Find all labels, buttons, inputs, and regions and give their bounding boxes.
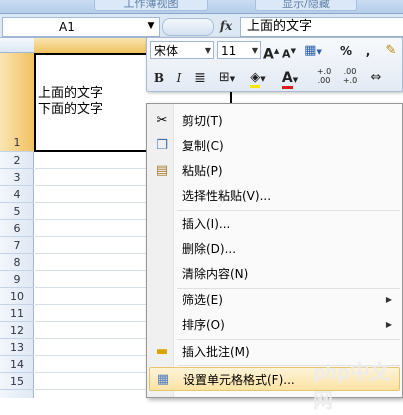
row-header[interactable]: 10 xyxy=(0,288,34,305)
menu-item-label: 设置单元格格式(F)... xyxy=(183,373,295,387)
menu-item-cut[interactable]: ✂ 剪切(T) xyxy=(149,109,400,133)
menu-item-label: 选择性粘贴(V)... xyxy=(182,189,272,203)
menu-item-paste[interactable]: ▤ 粘贴(P) xyxy=(149,159,400,183)
decrease-decimal-button[interactable]: .00 +.0 xyxy=(339,67,361,85)
menu-item-label: 复制(C) xyxy=(182,139,224,153)
comment-icon: ▬ xyxy=(155,344,169,359)
menu-item-sort[interactable]: 排序(O) ▶ xyxy=(149,313,400,337)
borders-icon[interactable]: ⊞▼ xyxy=(215,69,239,87)
bold-button[interactable]: B xyxy=(151,69,167,87)
italic-button[interactable]: I xyxy=(171,69,187,87)
scissors-icon: ✂ xyxy=(156,113,168,128)
font-color-icon: A xyxy=(281,70,293,89)
menu-item-label: 删除(D)... xyxy=(182,242,237,256)
select-all-corner[interactable] xyxy=(0,38,35,53)
row-headers: 1 2 3 4 5 6 7 8 9 10 11 12 13 14 15 xyxy=(0,53,34,398)
submenu-arrow-icon: ▶ xyxy=(385,320,392,329)
menu-item-label: 剪切(T) xyxy=(182,114,223,128)
row-header[interactable]: 2 xyxy=(0,152,34,169)
chevron-down-icon: ▼ xyxy=(251,46,258,55)
menu-item-clear-contents[interactable]: 清除内容(N) xyxy=(149,262,400,286)
font-size-select[interactable]: 11 ▼ xyxy=(217,41,261,59)
menu-item-label: 粘贴(P) xyxy=(182,164,223,178)
row-header[interactable]: 11 xyxy=(0,305,34,322)
watermark-logo: php中文网 xyxy=(313,362,390,412)
chevron-down-icon: ▼ xyxy=(204,46,211,55)
menu-item-label: 插入批注(M) xyxy=(182,345,250,359)
formula-bar: A1 ▼ fx 上面的文字 xyxy=(0,14,403,38)
row-header[interactable]: 15 xyxy=(0,373,34,390)
shrink-font-icon: A xyxy=(282,47,291,61)
menu-separator xyxy=(177,210,400,211)
cell-text-line: 上面的文字 xyxy=(38,86,104,101)
increase-decimal-button[interactable]: +.0 .00 xyxy=(313,67,335,85)
format-painter-icon[interactable]: ✎ xyxy=(383,42,399,60)
comma-style-button[interactable]: , xyxy=(362,42,374,60)
row-header[interactable]: 12 xyxy=(0,322,34,339)
font-name-value: 宋体 xyxy=(154,44,179,58)
ribbon-group-workbook-views[interactable]: 工作薄视图 xyxy=(94,0,208,11)
grow-font-icon: A xyxy=(263,46,274,63)
row-header-1[interactable]: 1 xyxy=(0,53,34,152)
chevron-down-icon[interactable]: ▼ xyxy=(144,17,158,35)
center-align-icon[interactable]: ≣ xyxy=(191,69,209,87)
row-header[interactable]: 7 xyxy=(0,237,34,254)
menu-item-filter[interactable]: 筛选(E) ▶ xyxy=(149,288,400,312)
menu-item-copy[interactable]: ❐ 复制(C) xyxy=(149,134,400,158)
formula-input[interactable]: 上面的文字 xyxy=(240,17,403,37)
ribbon-group-show-hide[interactable]: 显示/隐藏 xyxy=(255,0,357,11)
row-header[interactable]: 8 xyxy=(0,254,34,271)
accounting-format-icon[interactable]: ▦▼ xyxy=(302,42,324,60)
fill-color-icon[interactable]: ◈▼ xyxy=(245,69,271,88)
row-header[interactable]: 4 xyxy=(0,186,34,203)
row-header[interactable]: 6 xyxy=(0,220,34,237)
submenu-arrow-icon: ▶ xyxy=(385,295,392,304)
name-box[interactable]: A1 xyxy=(2,17,160,37)
menu-item-label: 筛选(E) xyxy=(182,293,223,307)
menu-item-label: 清除内容(N) xyxy=(182,267,249,281)
mini-toolbar: 宋体 ▼ 11 ▼ A▲ A▼ ▦▼ % , ✎ B I ≣ ⊞▼ ◈▼ A▼ … xyxy=(146,37,403,92)
menu-item-label: 插入(I)... xyxy=(182,217,231,231)
context-menu: ✂ 剪切(T) ❐ 复制(C) ▤ 粘贴(P) 选择性粘贴(V)... 插入(I… xyxy=(146,103,403,398)
format-cells-icon: ▦ xyxy=(156,372,170,387)
merge-center-icon[interactable]: ⇔ xyxy=(367,69,385,87)
ribbon-strip: 工作薄视图 显示/隐藏 xyxy=(0,0,403,14)
row-header[interactable]: 9 xyxy=(0,271,34,288)
font-size-value: 11 xyxy=(221,44,237,58)
cell-a1-content: 上面的文字 下面的文字 xyxy=(38,86,103,118)
percent-style-button[interactable]: % xyxy=(339,42,353,60)
menu-item-label: 排序(O) xyxy=(182,318,225,332)
row-header[interactable]: 5 xyxy=(0,203,34,220)
row-header[interactable]: 14 xyxy=(0,356,34,373)
copy-icon: ❐ xyxy=(156,138,168,153)
menu-item-paste-special[interactable]: 选择性粘贴(V)... xyxy=(149,184,400,208)
font-color-button[interactable]: A▼ xyxy=(277,69,303,89)
formula-bar-resize-handle[interactable] xyxy=(162,18,214,36)
row-header[interactable]: 3 xyxy=(0,169,34,186)
paste-icon: ▤ xyxy=(155,163,169,178)
shrink-font-button[interactable]: A▼ xyxy=(281,42,297,61)
grow-font-button[interactable]: A▲ xyxy=(263,42,279,63)
menu-item-insert[interactable]: 插入(I)... xyxy=(149,212,400,236)
insert-function-button[interactable]: fx xyxy=(216,17,236,35)
row-header[interactable]: 13 xyxy=(0,339,34,356)
font-name-select[interactable]: 宋体 ▼ xyxy=(150,41,214,59)
cell-text-line: 下面的文字 xyxy=(38,102,104,117)
menu-item-delete[interactable]: 删除(D)... xyxy=(149,237,400,261)
